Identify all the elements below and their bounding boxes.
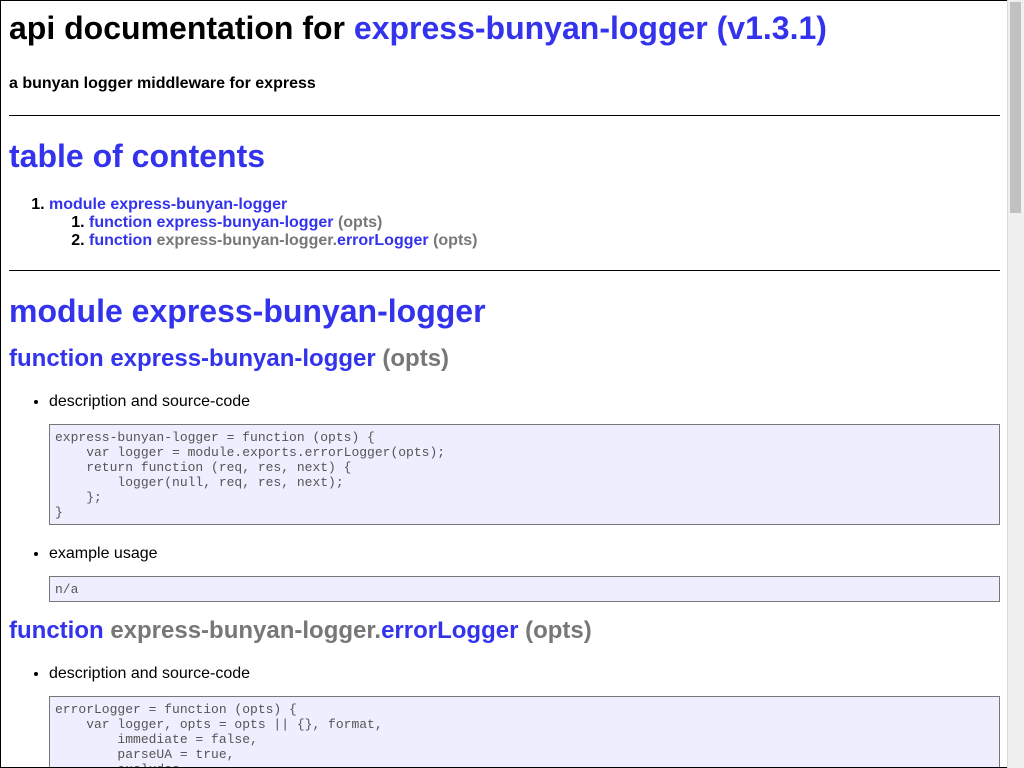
- function-name: express-bunyan-logger: [110, 345, 376, 372]
- package-link[interactable]: express-bunyan-logger (v1.3.1): [354, 10, 827, 46]
- page-title: api documentation for express-bunyan-log…: [9, 10, 1000, 47]
- function-namespace: express-bunyan-logger.: [110, 617, 382, 644]
- toc-function-keyword: function: [89, 214, 153, 231]
- example-code-block: n/a: [49, 576, 1000, 602]
- function-heading-link[interactable]: function express-bunyan-logger: [9, 345, 376, 372]
- function-heading: function express-bunyan-logger (opts): [9, 345, 1000, 373]
- toc-function-args: (opts): [433, 232, 478, 249]
- source-code-block: express-bunyan-logger = function (opts) …: [49, 424, 1000, 525]
- toc-heading: table of contents: [9, 138, 1000, 175]
- module-heading: module express-bunyan-logger: [9, 293, 1000, 330]
- toc-function-name-link[interactable]: errorLogger: [337, 232, 429, 249]
- toc-item-module: module express-bunyan-logger function ex…: [49, 196, 1000, 250]
- toc-function-keyword: function: [89, 232, 153, 249]
- module-heading-link[interactable]: module express-bunyan-logger: [9, 293, 486, 329]
- document-content: api documentation for express-bunyan-log…: [1, 10, 1007, 767]
- divider: [9, 115, 1000, 116]
- toc-function-args: (opts): [337, 214, 383, 231]
- toc-sublist: function express-bunyan-logger (opts) fu…: [49, 214, 1000, 250]
- function-args: (opts): [382, 345, 450, 372]
- divider: [9, 270, 1000, 271]
- table-of-contents: module express-bunyan-logger function ex…: [9, 196, 1000, 250]
- toc-function-name: express-bunyan-logger: [156, 214, 334, 231]
- scrollbar-thumb[interactable]: [1010, 2, 1021, 213]
- package-description: a bunyan logger middleware for express: [9, 75, 316, 92]
- function-heading: function express-bunyan-logger.errorLogg…: [9, 617, 1000, 645]
- page-title-prefix: api documentation for: [9, 10, 345, 46]
- example-label: example usage: [49, 545, 158, 562]
- function-keyword: function: [9, 345, 104, 372]
- list-item: description and source-code errorLogger …: [49, 665, 1000, 767]
- function-details: description and source-code express-buny…: [9, 393, 1000, 602]
- source-code-block: errorLogger = function (opts) { var logg…: [49, 696, 1000, 767]
- toc-function-link[interactable]: function express-bunyan-logger: [89, 214, 333, 231]
- function-keyword-link[interactable]: function: [9, 617, 104, 644]
- list-item: description and source-code express-buny…: [49, 393, 1000, 525]
- function-details: description and source-code errorLogger …: [9, 665, 1000, 767]
- toc-function-namespace: express-bunyan-logger.: [156, 232, 338, 249]
- description-label: description and source-code: [49, 665, 251, 682]
- toc-heading-link[interactable]: table of contents: [9, 138, 265, 174]
- toc-item-function: function express-bunyan-logger (opts): [89, 214, 1000, 232]
- document-viewport: api documentation for express-bunyan-log…: [0, 0, 1007, 768]
- function-name-link[interactable]: errorLogger: [381, 617, 518, 644]
- function-args: (opts): [525, 617, 592, 644]
- toc-function-link[interactable]: function: [89, 232, 152, 249]
- vertical-scrollbar[interactable]: [1007, 0, 1024, 768]
- list-item: example usage n/a: [49, 545, 1000, 602]
- description-label: description and source-code: [49, 393, 251, 410]
- toc-module-link[interactable]: module express-bunyan-logger: [49, 196, 287, 213]
- toc-item-function: function express-bunyan-logger.errorLogg…: [89, 232, 1000, 250]
